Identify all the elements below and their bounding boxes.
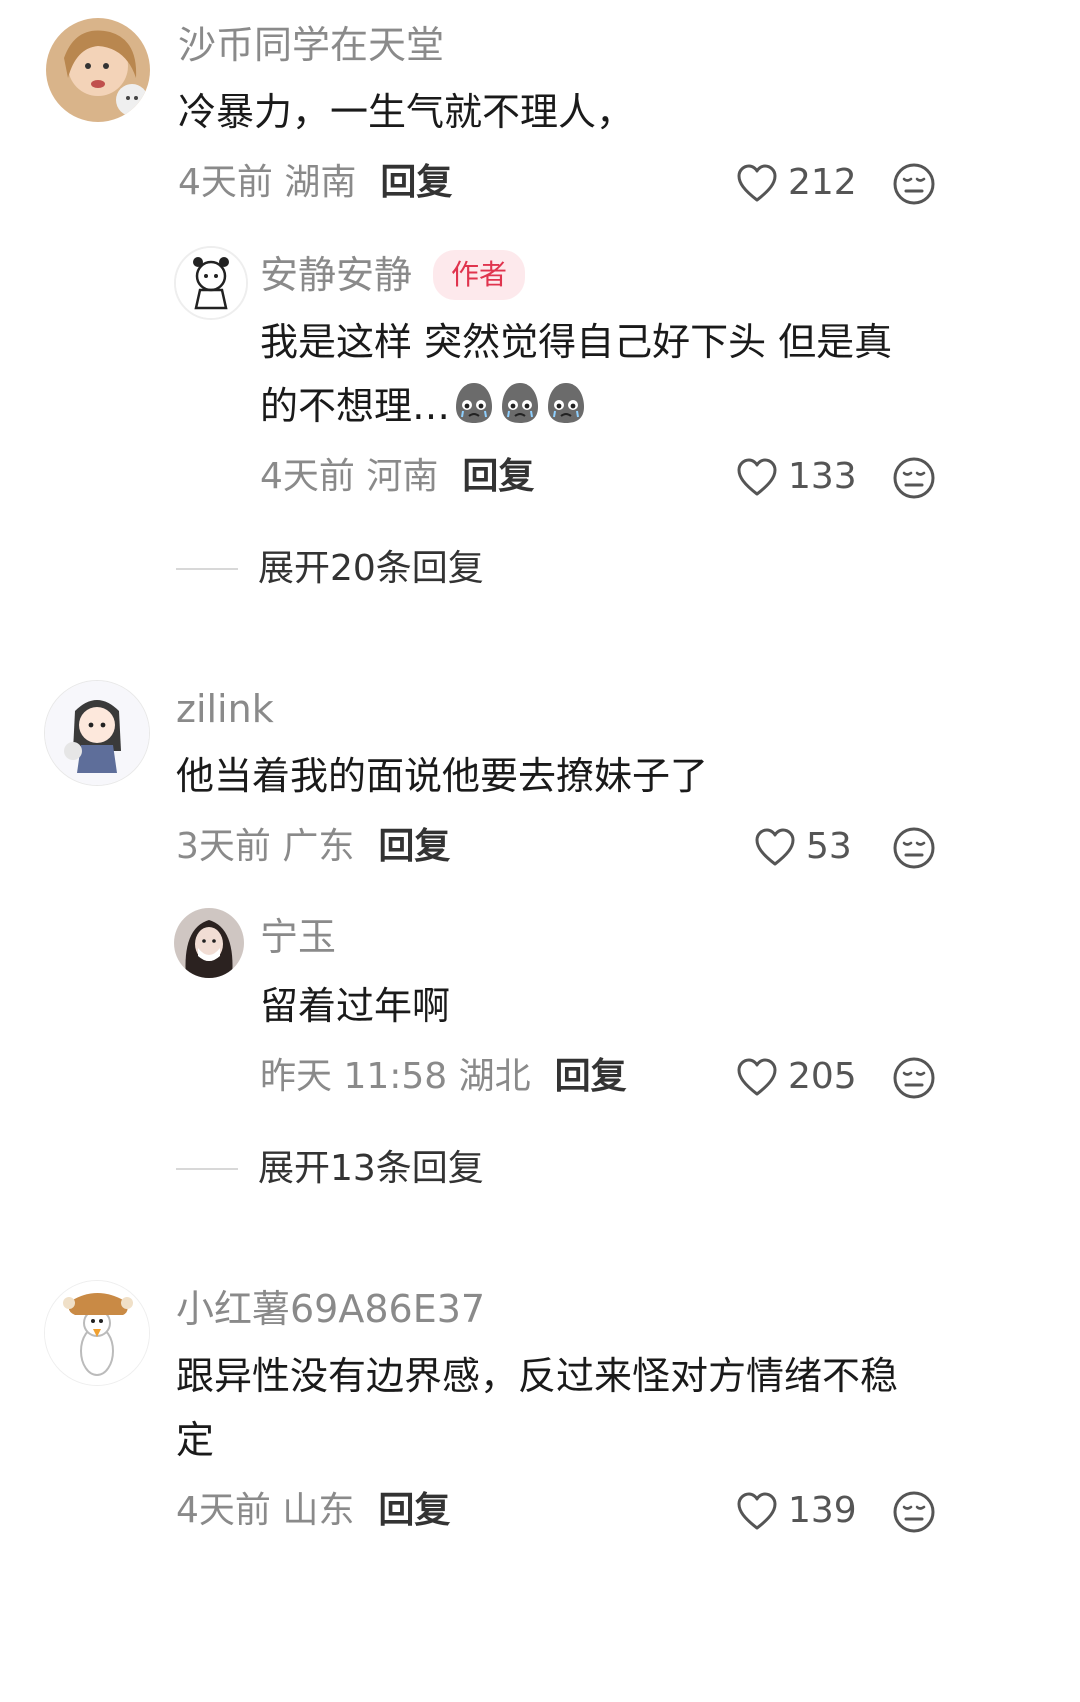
reply-meta: 昨天 11:58 湖北 回复: [260, 1054, 627, 1100]
time-location: 4天前 河南: [260, 456, 439, 497]
heart-outline-icon: [736, 1057, 778, 1097]
avatar[interactable]: [174, 246, 248, 320]
like-button[interactable]: 212: [736, 160, 857, 206]
reply-username[interactable]: 安静安静: [260, 252, 412, 298]
like-button[interactable]: 139: [736, 1488, 857, 1534]
heart-outline-icon: [736, 163, 778, 203]
author-badge: 作者: [433, 250, 526, 300]
like-button[interactable]: 133: [736, 454, 857, 500]
avatar[interactable]: [46, 18, 150, 122]
unamused-face-icon[interactable]: [892, 1056, 936, 1100]
reply-text-line2: 的不想理…: [260, 372, 588, 440]
reply-username[interactable]: 宁玉: [260, 914, 336, 960]
crying-potato-emoji: [498, 379, 542, 425]
unamused-face-icon[interactable]: [892, 162, 936, 206]
comment-meta: 4天前 山东 回复: [176, 1488, 450, 1534]
time-location: 4天前 湖南: [178, 162, 357, 203]
reply-button[interactable]: 回复: [555, 1056, 627, 1097]
reply-button[interactable]: 回复: [380, 162, 452, 203]
reply-text-line1: 我是这样 突然觉得自己好下头 但是真: [260, 320, 893, 364]
heart-outline-icon: [736, 457, 778, 497]
expand-replies-label: 展开20条回复: [258, 548, 484, 589]
reply-text-line2-content: 的不想理…: [260, 384, 451, 428]
unamused-face-icon[interactable]: [892, 826, 936, 870]
avatar[interactable]: [44, 680, 150, 786]
expand-replies-button[interactable]: 展开20条回复: [176, 546, 484, 592]
reply-button[interactable]: 回复: [462, 456, 534, 497]
like-count: 205: [788, 1056, 857, 1097]
comment-username[interactable]: 沙币同学在天堂: [178, 22, 444, 68]
like-button[interactable]: 53: [754, 824, 852, 870]
unamused-face-icon[interactable]: [892, 456, 936, 500]
avatar[interactable]: [44, 1280, 150, 1386]
like-count: 212: [788, 162, 857, 203]
reply-button[interactable]: 回复: [378, 826, 450, 867]
comment-username[interactable]: zilink: [176, 686, 274, 732]
time-location: 4天前 山东: [176, 1490, 355, 1531]
divider-line: [176, 568, 238, 570]
time-location: 昨天 11:58 湖北: [260, 1056, 531, 1097]
like-count: 139: [788, 1490, 857, 1531]
time-location: 3天前 广东: [176, 826, 355, 867]
crying-potato-emoji: [452, 379, 496, 425]
comment-username[interactable]: 小红薯69A86E37: [176, 1286, 485, 1332]
comment-meta: 4天前 湖南 回复: [178, 160, 452, 206]
reply-button[interactable]: 回复: [378, 1490, 450, 1531]
heart-outline-icon: [736, 1491, 778, 1531]
reply-text: 留着过年啊: [260, 984, 451, 1028]
like-count: 53: [806, 826, 852, 867]
comment-text: 冷暴力，一生气就不理人，: [178, 90, 635, 134]
crying-potato-emoji: [544, 379, 588, 425]
like-count: 133: [788, 456, 857, 497]
comment-text: 他当着我的面说他要去撩妹子了: [176, 754, 709, 798]
expand-replies-label: 展开13条回复: [258, 1148, 484, 1189]
comment-text-line2: 定: [176, 1418, 215, 1462]
unamused-face-icon[interactable]: [892, 1490, 936, 1534]
heart-outline-icon: [754, 827, 796, 867]
reply-meta: 4天前 河南 回复: [260, 454, 534, 500]
avatar[interactable]: [174, 908, 244, 978]
comment-text-line1: 跟异性没有边界感，反过来怪对方情绪不稳: [176, 1354, 899, 1398]
expand-replies-button[interactable]: 展开13条回复: [176, 1146, 484, 1192]
comment-meta: 3天前 广东 回复: [176, 824, 450, 870]
divider-line: [176, 1168, 238, 1170]
like-button[interactable]: 205: [736, 1054, 857, 1100]
